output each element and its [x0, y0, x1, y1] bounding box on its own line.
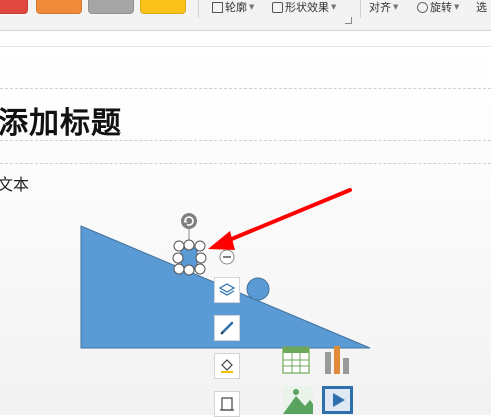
- rotate-handle-icon[interactable]: [181, 213, 197, 229]
- layers-button[interactable]: [214, 277, 240, 303]
- circle-shape[interactable]: [246, 277, 270, 301]
- chart-icon[interactable]: [325, 346, 349, 374]
- frame-button[interactable]: [214, 391, 240, 417]
- minus-icon[interactable]: [219, 249, 235, 265]
- layers-icon: [219, 283, 235, 296]
- slide-shapes: [80, 188, 371, 414]
- frame-icon: [220, 397, 234, 411]
- fill-button[interactable]: [214, 353, 240, 379]
- video-icon[interactable]: [322, 386, 353, 414]
- picture-icon[interactable]: [283, 386, 313, 414]
- red-arrow-annotation: [208, 188, 352, 250]
- fill-icon: [221, 359, 233, 373]
- table-icon[interactable]: [282, 346, 310, 374]
- pen-icon: [220, 321, 234, 335]
- pen-button[interactable]: [214, 315, 240, 341]
